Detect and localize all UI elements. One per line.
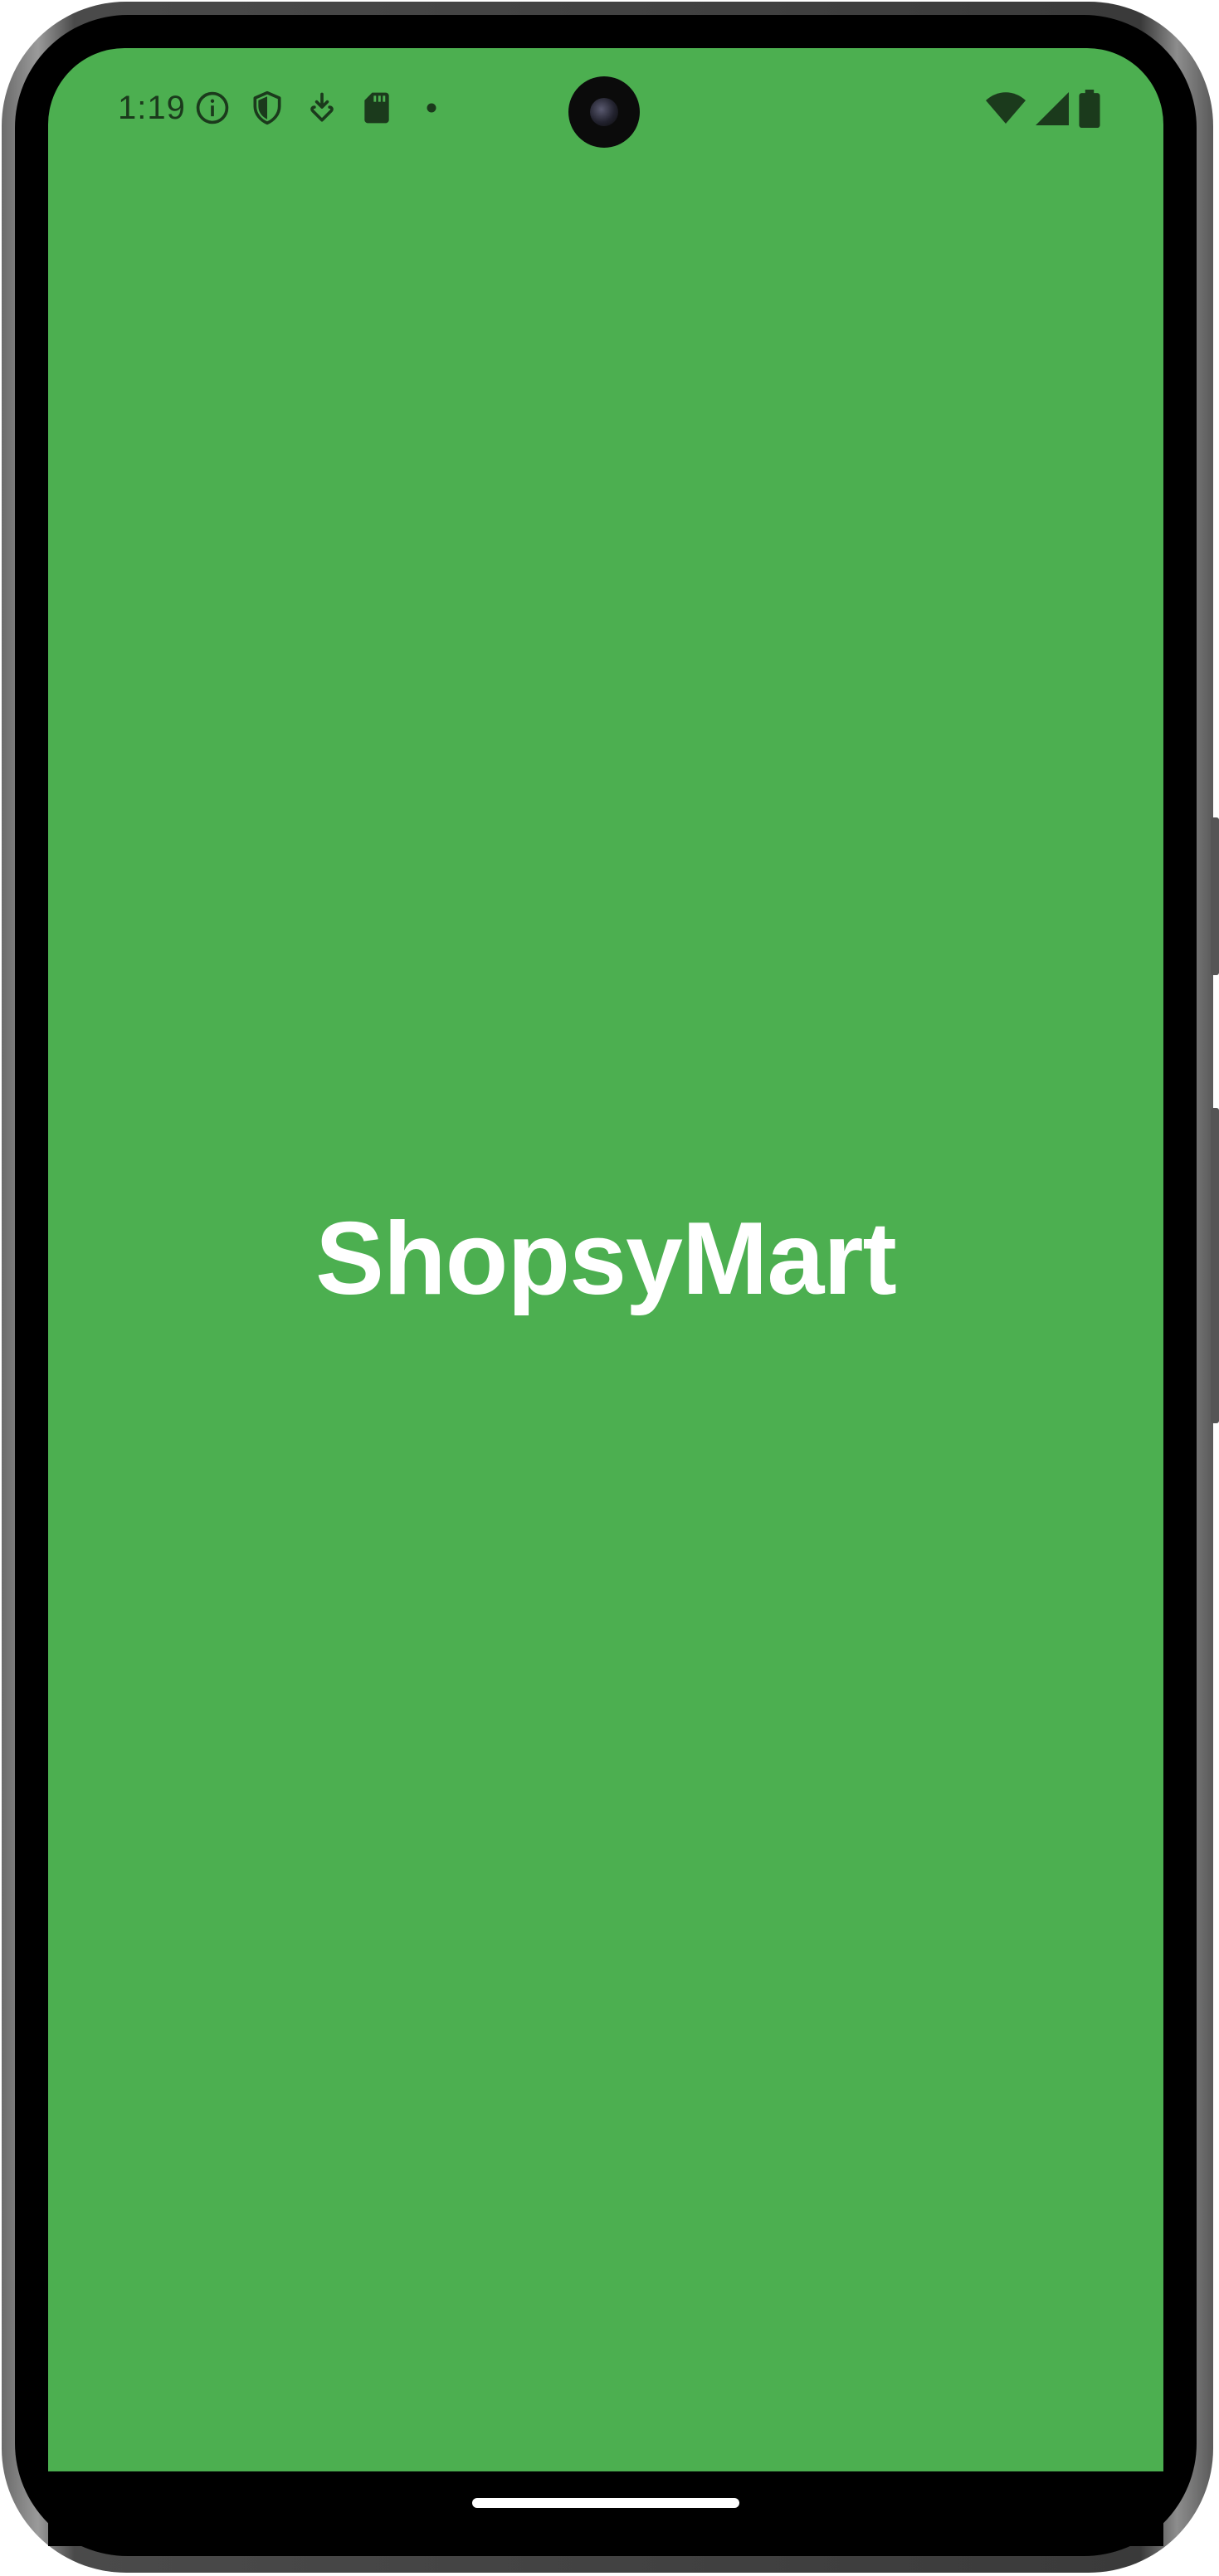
- sd-card-icon: [364, 92, 389, 124]
- front-camera: [568, 76, 640, 148]
- cellular-signal-icon: [1036, 92, 1069, 125]
- status-time: 1:19: [118, 90, 186, 126]
- home-indicator[interactable]: [472, 2498, 739, 2508]
- dot-icon: [427, 103, 436, 113]
- download-icon: [310, 92, 334, 122]
- volume-button: [1211, 817, 1219, 975]
- shield-icon: [253, 90, 281, 125]
- phone-device: 1:19 ShopsyMart: [0, 0, 1219, 2576]
- wifi-icon: [986, 92, 1026, 124]
- battery-icon: [1079, 90, 1100, 128]
- navigation-bar: [48, 2471, 1163, 2546]
- camera-lens: [590, 98, 618, 126]
- power-button: [1211, 1108, 1219, 1423]
- app-title: ShopsyMart: [315, 1202, 897, 1316]
- splash-screen: 1:19 ShopsyMart: [48, 48, 1163, 2471]
- info-icon: [196, 91, 229, 124]
